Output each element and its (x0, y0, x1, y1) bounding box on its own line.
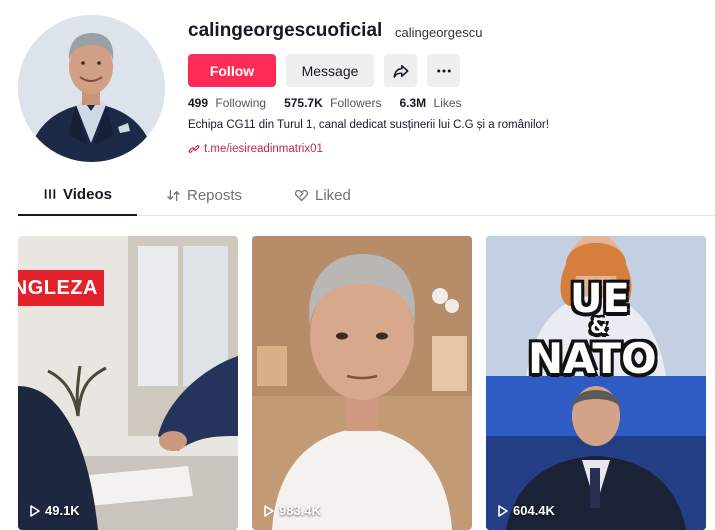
likes-count: 6.3M (399, 96, 427, 110)
likes-stat: 6.3M Likes (399, 96, 469, 110)
video-views: 49.1K (30, 503, 80, 518)
video-overlay-nato: NATO (528, 334, 657, 383)
video-card[interactable]: UE & NATO 604.4K (486, 236, 706, 530)
play-icon (30, 504, 40, 517)
video-views-count: 983.4K (279, 503, 321, 518)
tab-liked-label: Liked (315, 186, 351, 204)
video-views-count: 49.1K (45, 503, 80, 518)
profile-tabs: Videos Reposts Liked (18, 182, 715, 216)
profile-stats: 499 Following 575.7K Followers 6.3M Like… (188, 96, 470, 110)
play-icon (264, 504, 274, 517)
video-card[interactable]: NGLEZA 49.1K (18, 236, 238, 530)
profile-bio: Echipa CG11 din Turul 1, canal dedicat s… (188, 119, 549, 131)
following-count: 499 (188, 96, 209, 110)
video-views-count: 604.4K (513, 503, 555, 518)
play-icon (498, 504, 508, 517)
likes-label: Likes (433, 96, 462, 110)
repost-icon (167, 189, 180, 201)
video-overlay-badge: NGLEZA (18, 270, 104, 306)
grid-icon (44, 189, 56, 199)
profile-username: calingeorgescuoficial (188, 20, 383, 41)
tab-videos-label: Videos (63, 185, 112, 203)
video-card[interactable]: 983.4K (252, 236, 472, 530)
profile-avatar[interactable] (18, 15, 165, 162)
profile-actions: Follow Message (188, 54, 460, 87)
following-stat[interactable]: 499 Following (188, 96, 274, 110)
more-button[interactable] (427, 54, 460, 87)
followers-count: 575.7K (284, 96, 323, 110)
heart-icon (294, 189, 309, 201)
message-button[interactable]: Message (286, 54, 374, 87)
followers-label: Followers (330, 96, 382, 110)
more-icon (436, 69, 451, 72)
followers-stat[interactable]: 575.7K Followers (284, 96, 389, 110)
video-views: 604.4K (498, 503, 555, 518)
video-views: 983.4K (264, 503, 321, 518)
tab-videos[interactable]: Videos (18, 182, 137, 216)
share-button[interactable] (384, 54, 417, 87)
tab-reposts[interactable]: Reposts (166, 182, 242, 216)
profile-link-text: t.me/iesireadinmatrix01 (204, 143, 323, 155)
follow-button[interactable]: Follow (188, 54, 276, 87)
tab-reposts-label: Reposts (187, 186, 243, 204)
profile-link[interactable]: t.me/iesireadinmatrix01 (188, 143, 323, 155)
following-label: Following (215, 96, 267, 110)
share-icon (393, 64, 408, 78)
tab-liked[interactable]: Liked (294, 182, 351, 216)
profile-nickname: calingeorgescu (395, 25, 483, 40)
link-icon (188, 145, 200, 153)
video-thumbnail (252, 236, 472, 530)
